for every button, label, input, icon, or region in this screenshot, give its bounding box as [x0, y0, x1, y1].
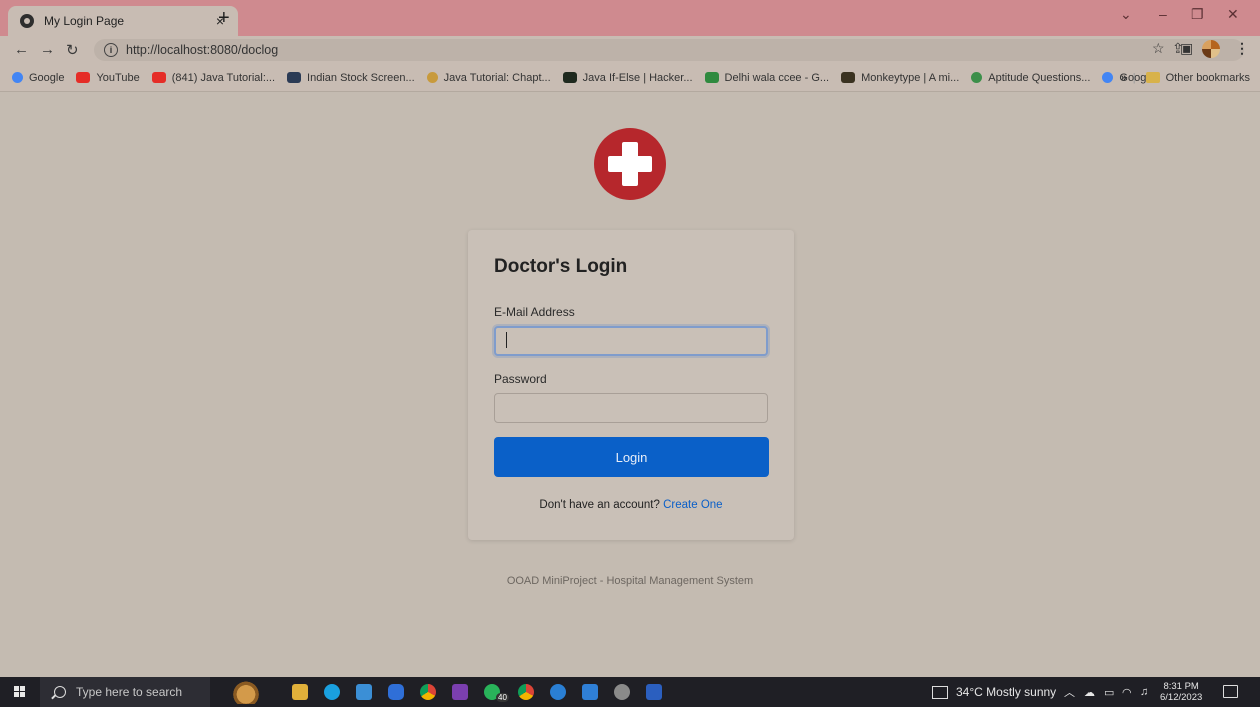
file-explorer-icon[interactable] [292, 684, 308, 700]
menu-dots-icon[interactable]: ⋮ [1235, 40, 1249, 57]
browser-toolbar: ← → ↻ i http://localhost:8080/doclog ⇪ ☆… [0, 36, 1260, 64]
bookmark-label: Monkeytype | A mi... [861, 71, 960, 84]
folder-icon [1145, 72, 1160, 83]
wifi-icon[interactable]: ◠ [1122, 677, 1132, 707]
bookmark-item[interactable]: Aptitude Questions... [971, 72, 1090, 84]
medical-cross-logo [594, 128, 666, 200]
bookmarks-overflow-button[interactable]: » [1121, 72, 1127, 84]
bookmark-star-icon[interactable]: ☆ [1152, 40, 1165, 57]
google-icon [1102, 72, 1114, 83]
address-bar[interactable]: i http://localhost:8080/doclog [94, 39, 1244, 61]
close-window-icon[interactable]: ✕ [1227, 6, 1239, 23]
email-label: E-Mail Address [494, 305, 575, 319]
forward-arrow-icon[interactable]: → [40, 41, 55, 58]
onedrive-icon[interactable]: ☁ [1084, 677, 1095, 707]
bookmark-label: YouTube [96, 71, 140, 84]
notification-icon[interactable] [1223, 685, 1238, 698]
bookmark-item[interactable]: YouTube [76, 71, 140, 84]
page-footer: OOAD MiniProject - Hospital Management S… [506, 575, 754, 587]
search-placeholder: Type here to search [76, 685, 183, 699]
volume-icon[interactable]: ♫ [1140, 677, 1148, 707]
bookmarks-divider: | [1132, 71, 1136, 84]
system-clock[interactable]: 8:31 PM 6/12/2023 [1160, 681, 1202, 703]
restore-icon[interactable]: ❐ [1191, 6, 1204, 23]
bookmark-item[interactable]: Google [12, 72, 64, 84]
aptitude-icon [971, 72, 983, 83]
email-field[interactable] [494, 326, 768, 356]
profile-avatar[interactable] [1202, 40, 1220, 58]
hackerrank-icon [562, 72, 577, 83]
edge-icon[interactable] [324, 684, 340, 700]
side-panel-icon[interactable]: ▣ [1180, 40, 1193, 57]
cross-horizontal [608, 156, 652, 172]
bookmark-label: Java Tutorial: Chapt... [443, 71, 551, 84]
reload-icon[interactable]: ↻ [66, 41, 79, 59]
screener-icon [287, 72, 302, 83]
taskbar-search[interactable]: Type here to search [40, 677, 210, 707]
whatsapp-badge: 40 [496, 693, 509, 702]
search-icon [54, 686, 66, 698]
youtube-icon [76, 72, 91, 83]
bookmark-label: Google [29, 71, 65, 84]
vscode-icon[interactable] [582, 684, 598, 700]
page-title: Doctor's Login [494, 256, 628, 277]
windows-taskbar: Type here to search 40 34°C Mostly sunny… [0, 677, 1260, 707]
bookmark-item[interactable]: Java If-Else | Hacker... [562, 71, 693, 84]
onenote-icon[interactable] [452, 684, 468, 700]
tray-chevron-icon[interactable]: ︿ [1064, 677, 1075, 707]
java-tutorial-icon [426, 72, 438, 83]
mail-icon[interactable] [356, 684, 372, 700]
chrome-profile-icon[interactable] [518, 684, 534, 700]
tab-title: My Login Page [44, 14, 125, 28]
bookmark-label: (841) Java Tutorial:... [171, 71, 276, 84]
back-arrow-icon[interactable]: ← [14, 41, 29, 58]
browser-tab-strip: My Login Page × + ⌄ – ❐ ✕ [0, 0, 1260, 36]
url-text: http://localhost:8080/doclog [126, 43, 279, 57]
bookmarks-bar: Google YouTube (841) Java Tutorial:... I… [0, 64, 1260, 92]
settings-gear-icon[interactable] [614, 684, 630, 700]
bookmark-item[interactable]: Java Tutorial: Chapt... [426, 71, 551, 84]
text-caret [506, 332, 507, 348]
battery-icon[interactable]: ▭ [1104, 677, 1114, 707]
bookmark-item[interactable]: (841) Java Tutorial:... [151, 71, 276, 84]
bookmark-label: Java If-Else | Hacker... [582, 71, 693, 84]
clock-time: 8:31 PM [1163, 681, 1199, 692]
weather-text: 34°C Mostly sunny [956, 685, 1057, 699]
clock-date: 6/12/2023 [1160, 692, 1203, 703]
bookmark-favicon-icon [12, 72, 23, 83]
bookmark-item[interactable]: Delhi wala ccee - G... [704, 71, 830, 84]
bookmark-item[interactable]: Monkeytype | A mi... [841, 72, 959, 84]
other-bookmarks[interactable]: Other bookmarks [1166, 72, 1250, 84]
word-icon[interactable] [646, 684, 662, 700]
cat-widget-icon[interactable] [228, 680, 264, 704]
google-drive-icon [704, 72, 719, 83]
chrome-icon[interactable] [420, 684, 436, 700]
globe-icon [20, 14, 34, 28]
login-button[interactable]: Login [494, 437, 769, 477]
new-tab-button[interactable]: + [218, 7, 230, 30]
tab-search-chevron-icon[interactable]: ⌄ [1120, 6, 1132, 23]
bookmark-label: Indian Stock Screen... [307, 71, 415, 84]
info-icon[interactable]: i [104, 43, 118, 57]
weather-widget[interactable]: 34°C Mostly sunny [932, 677, 1056, 707]
bookmark-label: Aptitude Questions... [988, 71, 1091, 84]
login-card: Doctor's Login E-Mail Address Password L… [468, 230, 794, 540]
app-icon[interactable] [550, 684, 566, 700]
bookmark-label: Delhi wala ccee - G... [724, 71, 830, 84]
signup-text: Don't have an account? [539, 499, 660, 511]
minimize-icon[interactable]: – [1159, 6, 1167, 22]
weather-icon [932, 685, 948, 699]
password-label: Password [494, 372, 547, 386]
bookmark-item[interactable]: Indian Stock Screen... [287, 72, 415, 84]
monkeytype-icon [841, 72, 856, 83]
windows-start-icon[interactable] [14, 686, 26, 698]
store-icon[interactable] [388, 684, 404, 700]
youtube-icon [151, 72, 166, 83]
signup-prompt: Don't have an account? Create One [468, 499, 794, 511]
browser-tab[interactable]: My Login Page × [8, 6, 238, 36]
create-account-link[interactable]: Create One [663, 499, 722, 511]
password-field[interactable] [494, 393, 768, 423]
